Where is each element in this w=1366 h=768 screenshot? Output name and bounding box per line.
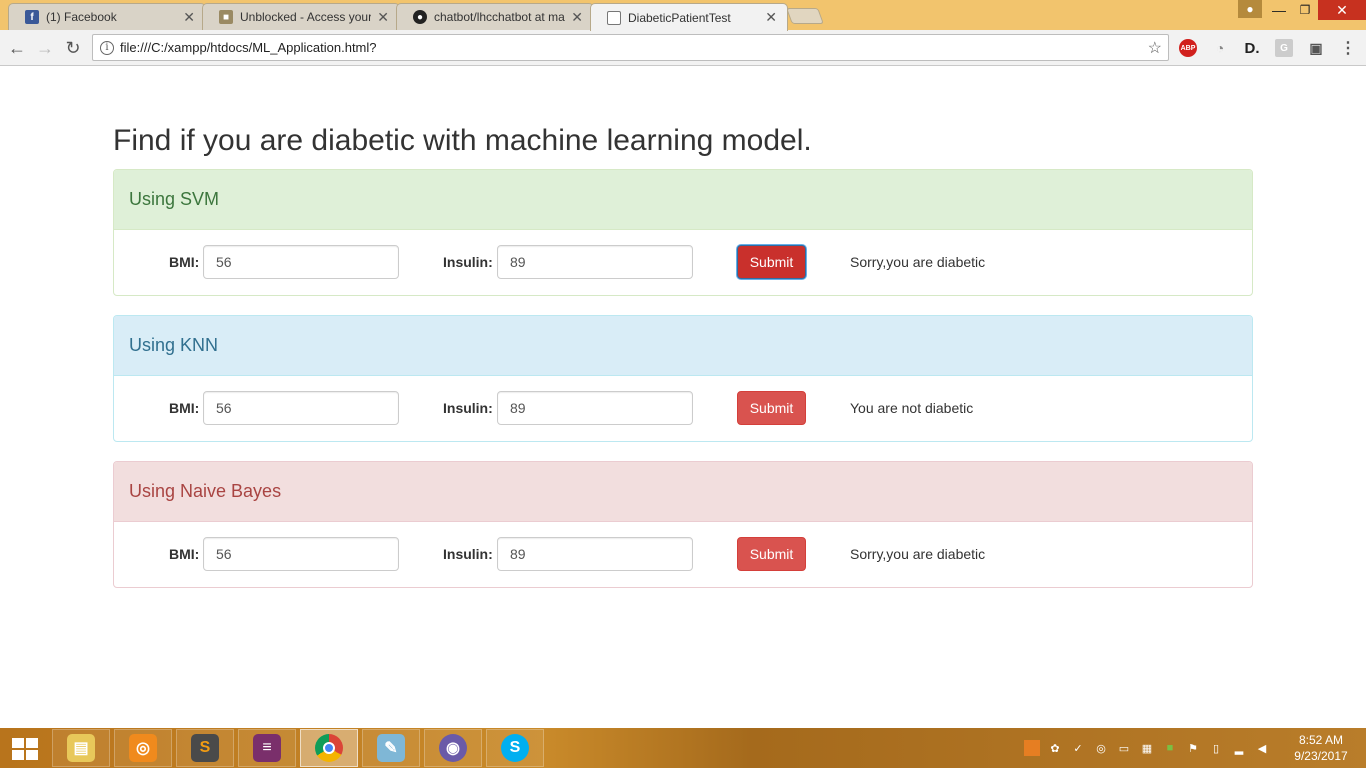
naive-bayes-form: BMI: Insulin: Submit Sorry,you are diabe… bbox=[114, 522, 1252, 587]
cube-icon: ■ bbox=[219, 10, 233, 24]
knn-panel: Using KNN BMI: Insulin: Submit You are n… bbox=[113, 315, 1253, 442]
browser-tab-strip: f (1) Facebook ✕ ■ Unblocked - Access yo… bbox=[0, 0, 1366, 31]
bmi-input[interactable] bbox=[203, 537, 399, 571]
close-tab-icon[interactable]: ✕ bbox=[377, 9, 389, 26]
taskbar-torrent[interactable]: ◉ bbox=[424, 729, 482, 767]
taskbar-clock[interactable]: 8:52 AM 9/23/2017 bbox=[1286, 732, 1356, 764]
taskbar-uc-browser[interactable]: ◎ bbox=[114, 729, 172, 767]
insulin-input[interactable] bbox=[497, 245, 693, 279]
taskbar-chrome[interactable] bbox=[300, 729, 358, 767]
tray-settings-icon[interactable]: ✿ bbox=[1047, 740, 1063, 756]
windows-taskbar: ▤ ◎ S ≡ ✎ ◉ S ✿ ✓ ◎ ▭ ▦ ■ ⚑ ▯ ▂ ◀ 8:52 A… bbox=[0, 728, 1366, 768]
url-text: file:///C:/xampp/htdocs/ML_Application.h… bbox=[120, 40, 377, 55]
bmi-label: BMI: bbox=[169, 254, 200, 270]
panel-heading: Using Naive Bayes bbox=[114, 462, 1252, 522]
clock-time: 8:52 AM bbox=[1298, 733, 1344, 747]
bmi-label: BMI: bbox=[169, 546, 200, 562]
prediction-result: Sorry,you are diabetic bbox=[850, 254, 986, 270]
info-icon[interactable]: i bbox=[100, 40, 114, 55]
tray-check-icon[interactable]: ✓ bbox=[1070, 740, 1086, 756]
insulin-label: Insulin: bbox=[443, 400, 493, 416]
insulin-label: Insulin: bbox=[443, 254, 493, 270]
naive-bayes-panel: Using Naive Bayes BMI: Insulin: Submit S… bbox=[113, 461, 1253, 588]
minimize-button[interactable]: — bbox=[1266, 0, 1292, 20]
bmi-input[interactable] bbox=[203, 245, 399, 279]
tray-torrent-icon[interactable]: ◎ bbox=[1093, 740, 1109, 756]
submit-button[interactable]: Submit bbox=[737, 537, 806, 571]
sublime-text-icon: S bbox=[191, 734, 219, 762]
new-tab-button[interactable] bbox=[786, 8, 824, 24]
address-bar[interactable]: i file:///C:/xampp/htdocs/ML_Application… bbox=[92, 34, 1169, 61]
tray-sublime-icon[interactable] bbox=[1024, 740, 1040, 756]
windows-start-icon[interactable] bbox=[12, 738, 38, 760]
clock-date: 9/23/2017 bbox=[1294, 749, 1348, 763]
close-tab-icon[interactable]: ✕ bbox=[571, 9, 583, 26]
page-title: Find if you are diabetic with machine le… bbox=[113, 124, 812, 157]
tab-title: chatbot/lhcchatbot at ma bbox=[434, 10, 565, 24]
uc-browser-icon: ◎ bbox=[129, 734, 157, 762]
skype-icon: S bbox=[501, 734, 529, 762]
tab-title: DiabeticPatientTest bbox=[628, 10, 731, 25]
tray-battery-icon[interactable]: ▯ bbox=[1208, 740, 1224, 756]
tab-diabetic-patient-test[interactable]: DiabeticPatientTest ✕ bbox=[590, 3, 788, 31]
profile-icon[interactable]: ● bbox=[1238, 0, 1262, 18]
submit-button[interactable]: Submit bbox=[737, 245, 806, 279]
menu-icon[interactable]: ⋮ bbox=[1339, 39, 1357, 57]
reload-icon[interactable]: ↻ bbox=[62, 37, 84, 59]
bmi-label: BMI: bbox=[169, 400, 200, 416]
chrome-icon bbox=[315, 734, 343, 762]
bittorrent-icon: ◉ bbox=[439, 734, 467, 762]
panel-heading: Using KNN bbox=[114, 316, 1252, 376]
prediction-result: You are not diabetic bbox=[850, 400, 974, 416]
extension-d-icon[interactable]: D. bbox=[1243, 39, 1261, 57]
tray-wifi-icon[interactable]: ▂ bbox=[1231, 740, 1247, 756]
extension-search-icon[interactable]: ◔ bbox=[1211, 39, 1229, 57]
page-icon bbox=[607, 10, 621, 25]
insulin-input[interactable] bbox=[497, 391, 693, 425]
forward-arrow-icon[interactable]: → bbox=[34, 37, 56, 59]
taskbar-file-explorer[interactable]: ▤ bbox=[52, 729, 110, 767]
adblock-icon[interactable]: ABP bbox=[1179, 39, 1197, 57]
extension-puzzle-icon[interactable]: ▣ bbox=[1307, 39, 1325, 57]
close-window-button[interactable]: ✕ bbox=[1318, 0, 1366, 20]
tray-monitor-icon[interactable]: ▭ bbox=[1116, 740, 1132, 756]
browser-toolbar: ← → ↻ i file:///C:/xampp/htdocs/ML_Appli… bbox=[0, 30, 1366, 66]
back-arrow-icon[interactable]: ← bbox=[6, 37, 28, 59]
close-tab-icon[interactable]: ✕ bbox=[183, 9, 195, 26]
notepad-icon: ✎ bbox=[377, 734, 405, 762]
tab-title: Unblocked - Access your bbox=[240, 10, 372, 24]
panel-heading: Using SVM bbox=[114, 170, 1252, 230]
close-tab-icon[interactable]: ✕ bbox=[765, 9, 777, 26]
svm-panel: Using SVM BMI: Insulin: Submit Sorry,you… bbox=[113, 169, 1253, 296]
bookmark-star-icon[interactable]: ☆ bbox=[1148, 38, 1162, 58]
tray-volume-icon[interactable]: ◀ bbox=[1254, 740, 1270, 756]
taskbar-skype[interactable]: S bbox=[486, 729, 544, 767]
taskbar-winrar[interactable]: ≡ bbox=[238, 729, 296, 767]
extension-g-icon[interactable]: G bbox=[1275, 39, 1293, 57]
tab-unblocked[interactable]: ■ Unblocked - Access your ✕ bbox=[202, 3, 400, 30]
tab-github[interactable]: ● chatbot/lhcchatbot at ma ✕ bbox=[396, 3, 594, 30]
tray-shield-icon[interactable]: ■ bbox=[1162, 740, 1178, 756]
taskbar-sublime-text[interactable]: S bbox=[176, 729, 234, 767]
prediction-result: Sorry,you are diabetic bbox=[850, 546, 986, 562]
facebook-icon: f bbox=[25, 10, 39, 24]
tab-facebook[interactable]: f (1) Facebook ✕ bbox=[8, 3, 206, 30]
folder-icon: ▤ bbox=[67, 734, 95, 762]
insulin-label: Insulin: bbox=[443, 546, 493, 562]
insulin-input[interactable] bbox=[497, 537, 693, 571]
tray-flag-icon[interactable]: ⚑ bbox=[1185, 740, 1201, 756]
tray-network-icon[interactable]: ▦ bbox=[1139, 740, 1155, 756]
tab-title: (1) Facebook bbox=[46, 10, 117, 24]
winrar-icon: ≡ bbox=[253, 734, 281, 762]
taskbar-notepad[interactable]: ✎ bbox=[362, 729, 420, 767]
restore-button[interactable]: ❐ bbox=[1292, 0, 1318, 20]
submit-button[interactable]: Submit bbox=[737, 391, 806, 425]
svm-form: BMI: Insulin: Submit Sorry,you are diabe… bbox=[114, 230, 1252, 295]
knn-form: BMI: Insulin: Submit You are not diabeti… bbox=[114, 376, 1252, 441]
github-icon: ● bbox=[413, 10, 427, 24]
bmi-input[interactable] bbox=[203, 391, 399, 425]
